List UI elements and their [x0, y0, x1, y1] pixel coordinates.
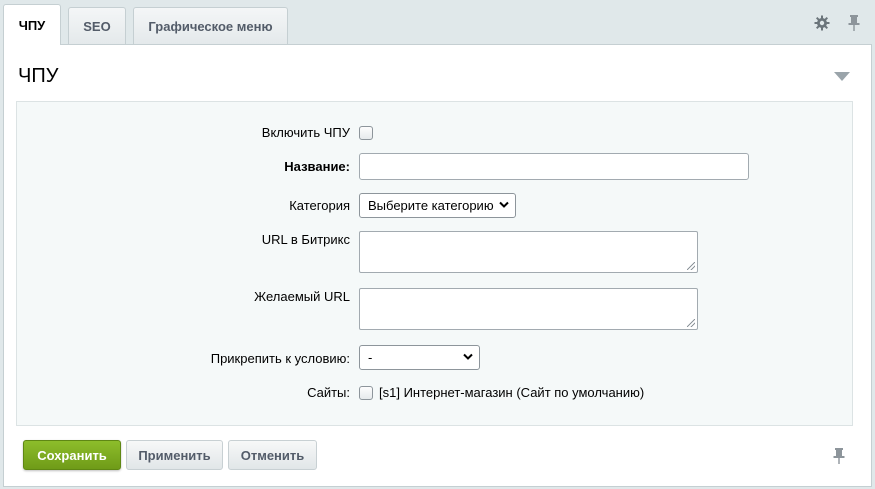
- tab-seo[interactable]: SEO: [68, 7, 126, 44]
- resize-grip-icon[interactable]: [687, 262, 695, 270]
- cancel-button[interactable]: Отменить: [228, 440, 317, 470]
- enable-sef-checkbox[interactable]: [359, 126, 373, 140]
- sites-label: Сайты:: [307, 385, 350, 400]
- tab-graphic-menu[interactable]: Графическое меню: [133, 7, 288, 44]
- condition-label: Прикрепить к условию:: [210, 351, 350, 366]
- section-title: ЧПУ: [18, 65, 59, 87]
- bitrix-url-textarea[interactable]: [359, 231, 698, 273]
- gear-icon[interactable]: [813, 14, 831, 32]
- enable-sef-label: Включить ЧПУ: [261, 125, 350, 140]
- pin-icon[interactable]: [833, 447, 851, 465]
- pin-icon[interactable]: [845, 14, 863, 32]
- name-label: Название:: [284, 159, 350, 174]
- tab-sef[interactable]: ЧПУ: [3, 4, 61, 45]
- condition-selected-value: -: [368, 350, 373, 365]
- desired-url-label: Желаемый URL: [254, 289, 350, 304]
- form-area: Включить ЧПУ Название: Категория Выберит…: [16, 101, 853, 426]
- collapse-arrow-icon[interactable]: [834, 72, 850, 81]
- chevron-down-icon: [499, 201, 509, 208]
- site-s1-label[interactable]: [s1] Интернет-магазин (Сайт по умолчанию…: [379, 385, 644, 400]
- bitrix-url-label: URL в Битрикс: [261, 232, 350, 247]
- category-selected-value: Выберите категорию: [368, 198, 494, 213]
- category-label: Категория: [289, 198, 350, 213]
- desired-url-textarea[interactable]: [359, 288, 698, 330]
- main-panel: ЧПУ Включить ЧПУ Название: Категория Выб…: [3, 44, 872, 487]
- site-s1-checkbox[interactable]: [359, 386, 373, 400]
- resize-grip-icon[interactable]: [687, 319, 695, 327]
- chevron-down-icon: [463, 353, 473, 360]
- apply-button[interactable]: Применить: [126, 440, 223, 470]
- category-select[interactable]: Выберите категорию: [359, 193, 516, 218]
- name-input[interactable]: [359, 153, 749, 180]
- condition-select[interactable]: -: [359, 345, 480, 370]
- tabs-bar: ЧПУ SEO Графическое меню: [0, 0, 875, 45]
- save-button[interactable]: Сохранить: [23, 440, 121, 470]
